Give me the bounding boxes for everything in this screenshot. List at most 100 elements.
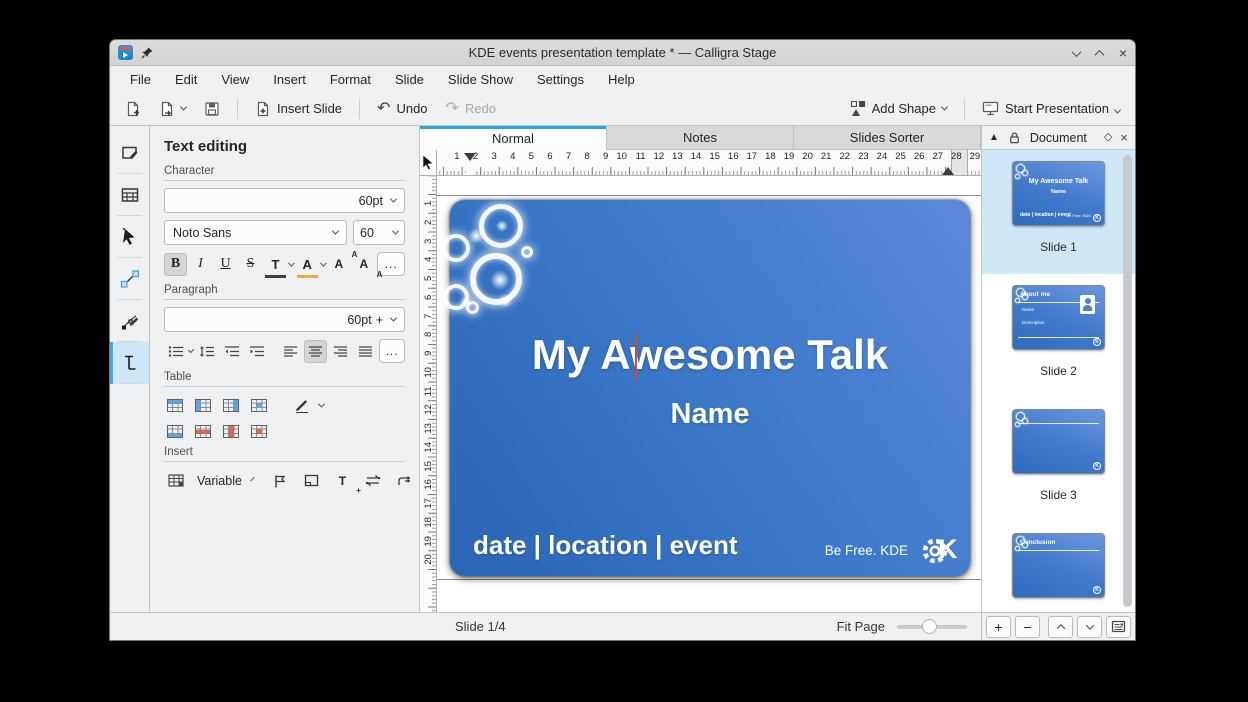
split-cells-button[interactable] [251, 399, 267, 412]
strikethrough-button[interactable]: S [239, 253, 262, 276]
page-workspace[interactable]: My Awesome Talk Name date | location | e… [437, 176, 981, 612]
menu-item[interactable]: Help [608, 72, 635, 87]
tab-normal[interactable]: Normal [420, 126, 607, 150]
tab-notes[interactable]: Notes [607, 126, 794, 150]
font-family-combo[interactable]: Noto Sans [164, 220, 347, 245]
tool-connector[interactable] [110, 258, 149, 300]
menu-item[interactable]: Edit [175, 72, 197, 87]
tool-text[interactable] [110, 342, 149, 384]
undo-button[interactable]: ↶ Undo [370, 97, 434, 121]
align-right-button[interactable] [329, 340, 352, 363]
insert-slide-button[interactable]: Insert Slide [248, 97, 349, 121]
increase-indent-button[interactable] [245, 340, 268, 363]
insert-row-above-button[interactable] [167, 399, 183, 412]
roll-down-button[interactable] [1073, 44, 1080, 62]
menu-item[interactable]: Settings [537, 72, 584, 87]
chevron-down-icon[interactable] [288, 259, 295, 266]
tool-selection[interactable] [110, 216, 149, 258]
paragraph-style-combo[interactable]: 60pt + [164, 307, 405, 332]
scrollbar[interactable] [1123, 155, 1132, 607]
redo-button[interactable]: ↷ Redo [439, 97, 503, 121]
lock-icon[interactable] [1007, 130, 1022, 145]
chevron-down-icon[interactable] [320, 259, 327, 266]
chevron-down-icon[interactable] [188, 346, 195, 353]
menu-item[interactable]: Insert [273, 72, 306, 87]
insert-table-button[interactable] [164, 469, 187, 492]
close-button[interactable]: × [1119, 46, 1127, 60]
highlight-color-button[interactable]: A [296, 253, 319, 276]
swap-button[interactable] [362, 469, 385, 492]
insert-row-below-button[interactable] [167, 425, 183, 438]
insert-text-button[interactable]: T+ [331, 469, 354, 492]
slide-thumbnail-item-2[interactable]: About me Name Description K Slide 2 [982, 274, 1135, 398]
font-size-combo[interactable]: 60 [353, 220, 405, 245]
open-document-button[interactable] [152, 97, 193, 121]
menu-item[interactable]: Slide [395, 72, 424, 87]
superscript-button[interactable]: AA [327, 253, 350, 276]
float-panel-icon[interactable]: ◇ [1104, 132, 1112, 143]
variable-dropdown[interactable]: Variable [197, 474, 242, 488]
bookmark-button[interactable] [269, 469, 292, 492]
align-justify-button[interactable] [354, 340, 377, 363]
slide-footer-text[interactable]: date | location | event [473, 530, 738, 561]
titlebar[interactable]: KDE events presentation template * — Cal… [110, 40, 1135, 66]
maximize-button[interactable] [1096, 44, 1103, 62]
align-left-button[interactable] [279, 340, 302, 363]
character-style-combo[interactable]: 60pt [164, 188, 405, 213]
delete-cell-button[interactable] [251, 425, 267, 438]
slide-subtitle-text[interactable]: Name [450, 398, 970, 431]
right-indent-marker[interactable] [942, 167, 954, 175]
chevron-down-icon[interactable] [318, 401, 325, 408]
tool-path-edit[interactable] [110, 300, 149, 342]
remove-slide-button[interactable]: − [1015, 616, 1040, 638]
move-slide-down-button[interactable] [1077, 616, 1102, 638]
left-indent-marker[interactable] [464, 167, 476, 175]
ruler-number: 10 [610, 151, 629, 162]
zoom-slider[interactable] [897, 625, 967, 629]
add-shape-button[interactable]: Add Shape [844, 97, 954, 120]
collapse-icon[interactable]: ▲ [989, 133, 999, 143]
delete-column-button[interactable] [223, 425, 239, 438]
decrease-indent-button[interactable] [220, 340, 243, 363]
tool-annotate-shape[interactable] [110, 132, 149, 174]
underline-button[interactable]: U [214, 253, 237, 276]
list-style-button[interactable] [164, 340, 187, 363]
close-panel-icon[interactable]: × [1120, 131, 1128, 144]
move-slide-up-button[interactable] [1048, 616, 1073, 638]
chevron-down-icon[interactable] [250, 477, 254, 481]
new-document-button[interactable] [118, 97, 148, 121]
text-frame-button[interactable] [300, 469, 323, 492]
slide-thumbnail-item-4[interactable]: Conclusion K Slide 4 [982, 522, 1135, 612]
add-slide-button[interactable]: + [986, 616, 1011, 638]
ruler-number: 10 [419, 364, 438, 381]
delete-row-button[interactable] [195, 425, 211, 438]
paragraph-more-button[interactable]: ... [379, 339, 405, 363]
start-presentation-button[interactable]: Start Presentation [975, 97, 1127, 120]
slide-thumbnail-item-3[interactable]: K Slide 3 [982, 398, 1135, 522]
zoom-slider-handle[interactable] [922, 619, 937, 634]
line-spacing-icon [199, 345, 215, 358]
save-button[interactable] [197, 97, 227, 121]
slide-tagline-text[interactable]: Be Free. KDE [825, 543, 908, 558]
tool-slide-layout[interactable] [110, 174, 149, 216]
insert-column-right-button[interactable] [223, 399, 239, 412]
menu-item[interactable]: File [130, 72, 151, 87]
bold-button[interactable]: B [164, 253, 187, 276]
border-pen-button[interactable] [290, 394, 313, 417]
slide-1-canvas[interactable]: My Awesome Talk Name date | location | e… [450, 200, 970, 576]
line-spacing-button[interactable] [195, 340, 218, 363]
slide-properties-button[interactable] [1106, 616, 1131, 638]
zoom-mode-label[interactable]: Fit Page [837, 619, 885, 634]
slide-title-text[interactable]: My Awesome Talk [450, 331, 970, 379]
menu-item[interactable]: View [221, 72, 249, 87]
menu-item[interactable]: Slide Show [448, 72, 513, 87]
share-button[interactable] [393, 469, 416, 492]
italic-button[interactable]: I [189, 253, 212, 276]
tab-slides-sorter[interactable]: Slides Sorter [794, 126, 981, 150]
align-center-button[interactable] [304, 340, 327, 363]
text-color-button[interactable]: T [264, 253, 287, 276]
subscript-button[interactable]: AA [352, 253, 375, 276]
insert-column-left-button[interactable] [195, 399, 211, 412]
menu-item[interactable]: Format [330, 72, 371, 87]
slide-thumbnail-item-1[interactable]: My Awesome Talk Name date | location | e… [982, 150, 1135, 274]
